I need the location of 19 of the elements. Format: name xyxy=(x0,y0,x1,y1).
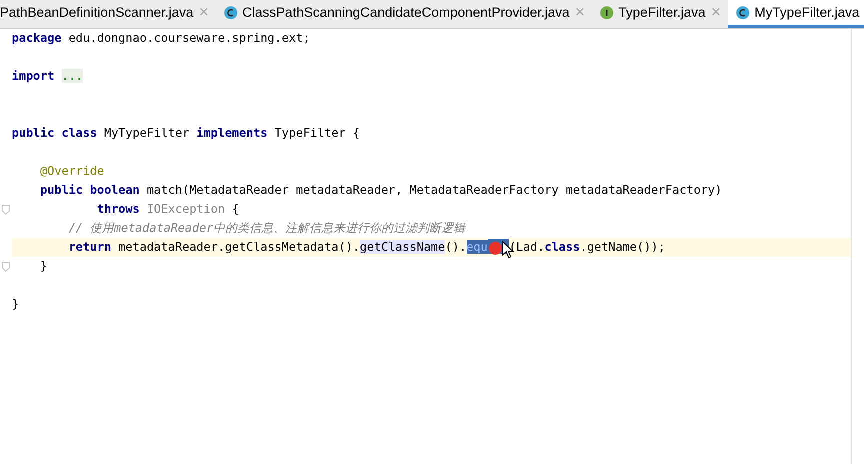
code-line: @Override xyxy=(39,163,106,180)
code-line: throws IOException { xyxy=(96,201,240,218)
class-icon xyxy=(736,6,750,20)
file-tab[interactable]: PathBeanDefinitionScanner.java × xyxy=(0,0,216,28)
file-tab[interactable]: ClassPathScanningCandidateComponentProvider.java × xyxy=(216,0,592,28)
code-line: public boolean match(MetadataReader metadataReader, MetadataReaderFactory metadataReaderFactory) xyxy=(39,182,724,199)
file-tab[interactable]: TypeFilter.java × xyxy=(592,0,728,28)
file-tab[interactable]: MyTypeFilter.java xyxy=(728,0,864,28)
fold-icon[interactable] xyxy=(2,262,10,272)
code-line: } xyxy=(12,296,20,313)
class-icon xyxy=(224,6,238,20)
code-line: // 使用metadataReader中的类信息、注解信息来进行你的过滤判断逻辑 xyxy=(68,220,467,237)
code-line: import ... xyxy=(12,68,84,85)
code-line: package edu.dongnao.courseware.spring.ext; xyxy=(12,30,312,47)
fold-icon[interactable] xyxy=(2,204,10,214)
code-line: } xyxy=(39,258,49,275)
interface-icon xyxy=(600,6,614,20)
click-indicator-icon xyxy=(488,242,502,255)
code-line: public class MyTypeFilter implements TypeFilter { xyxy=(12,125,362,142)
